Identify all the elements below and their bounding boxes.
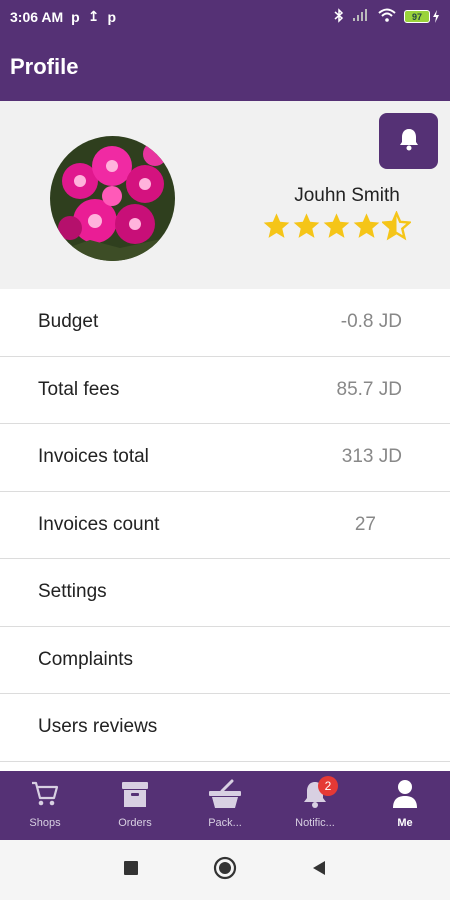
back-button[interactable] — [312, 860, 326, 881]
row-label: Settings — [38, 581, 107, 603]
bell-icon — [398, 127, 420, 156]
archive-box-icon — [120, 777, 150, 811]
total-fees-row[interactable]: Total fees 85.7 JD — [0, 357, 450, 424]
nav-item-notifications[interactable]: 2 Notific... — [270, 771, 360, 840]
star-icon — [293, 213, 320, 238]
status-time: 3:06 AM — [10, 8, 64, 25]
nav-item-me[interactable]: Me — [360, 771, 450, 840]
nav-item-packages[interactable]: Pack... — [180, 771, 270, 840]
row-value: 85.7 JD — [336, 378, 402, 400]
nav-item-orders[interactable]: Orders — [90, 771, 180, 840]
row-label: Complaints — [38, 648, 134, 670]
home-button[interactable] — [213, 856, 237, 885]
parking-app-icon: p — [107, 8, 117, 25]
nav-label: Notific... — [295, 817, 335, 829]
row-value: 27 — [354, 513, 376, 535]
wifi-icon — [378, 8, 396, 25]
users-reviews-row[interactable]: Users reviews — [0, 694, 450, 762]
user-name: Jouhn Smith — [294, 185, 400, 206]
row-value: -0.8 JD — [340, 311, 402, 333]
row-label: Invoices count — [38, 513, 160, 535]
half-star-icon — [382, 211, 411, 241]
notification-count-badge: 2 — [318, 776, 338, 796]
nav-label: Pack... — [208, 817, 242, 829]
row-label: Total fees — [38, 378, 120, 400]
system-navigation-bar — [0, 840, 450, 900]
star-icon — [323, 213, 350, 238]
row-label: Users reviews — [38, 716, 158, 738]
row-label: Budget — [38, 311, 99, 333]
recents-button[interactable] — [124, 860, 138, 880]
star-icon — [263, 213, 290, 238]
nav-label: Me — [397, 817, 413, 829]
status-bar: 3:06 AM p ↥ p 97 — [0, 0, 450, 33]
page-title: Profile — [10, 54, 79, 79]
avatar[interactable] — [50, 136, 175, 261]
invoices-count-row[interactable]: Invoices count 27 — [0, 492, 450, 559]
cart-icon — [30, 777, 60, 811]
parking-app-icon: p — [71, 8, 80, 25]
battery-icon: 97 — [404, 10, 440, 23]
basket-icon — [208, 777, 242, 811]
star-icon — [353, 213, 380, 238]
battery-level: 97 — [404, 10, 430, 23]
profile-header: Jouhn Smith — [0, 101, 450, 289]
complaints-row[interactable]: Complaints — [0, 627, 450, 694]
bluetooth-icon — [334, 7, 344, 26]
bottom-navigation: Shops Orders Pack... 2 Notific... Me — [0, 771, 450, 840]
upload-icon: ↥ — [87, 8, 100, 24]
nav-label: Shops — [29, 817, 61, 829]
row-label: Invoices total — [38, 446, 149, 468]
signal-icon — [352, 8, 370, 25]
nav-label: Orders — [118, 817, 152, 829]
notifications-button[interactable] — [379, 113, 438, 169]
app-bar: Profile — [0, 33, 450, 101]
user-icon — [392, 777, 418, 811]
budget-row[interactable]: Budget -0.8 JD — [0, 289, 450, 357]
profile-menu-list: Budget -0.8 JD Total fees 85.7 JD Invoic… — [0, 289, 450, 762]
settings-row[interactable]: Settings — [0, 559, 450, 627]
invoices-total-row[interactable]: Invoices total 313 JD — [0, 424, 450, 492]
row-value: 313 JD — [341, 446, 402, 468]
nav-item-shops[interactable]: Shops — [0, 771, 90, 840]
star-rating — [262, 211, 412, 245]
